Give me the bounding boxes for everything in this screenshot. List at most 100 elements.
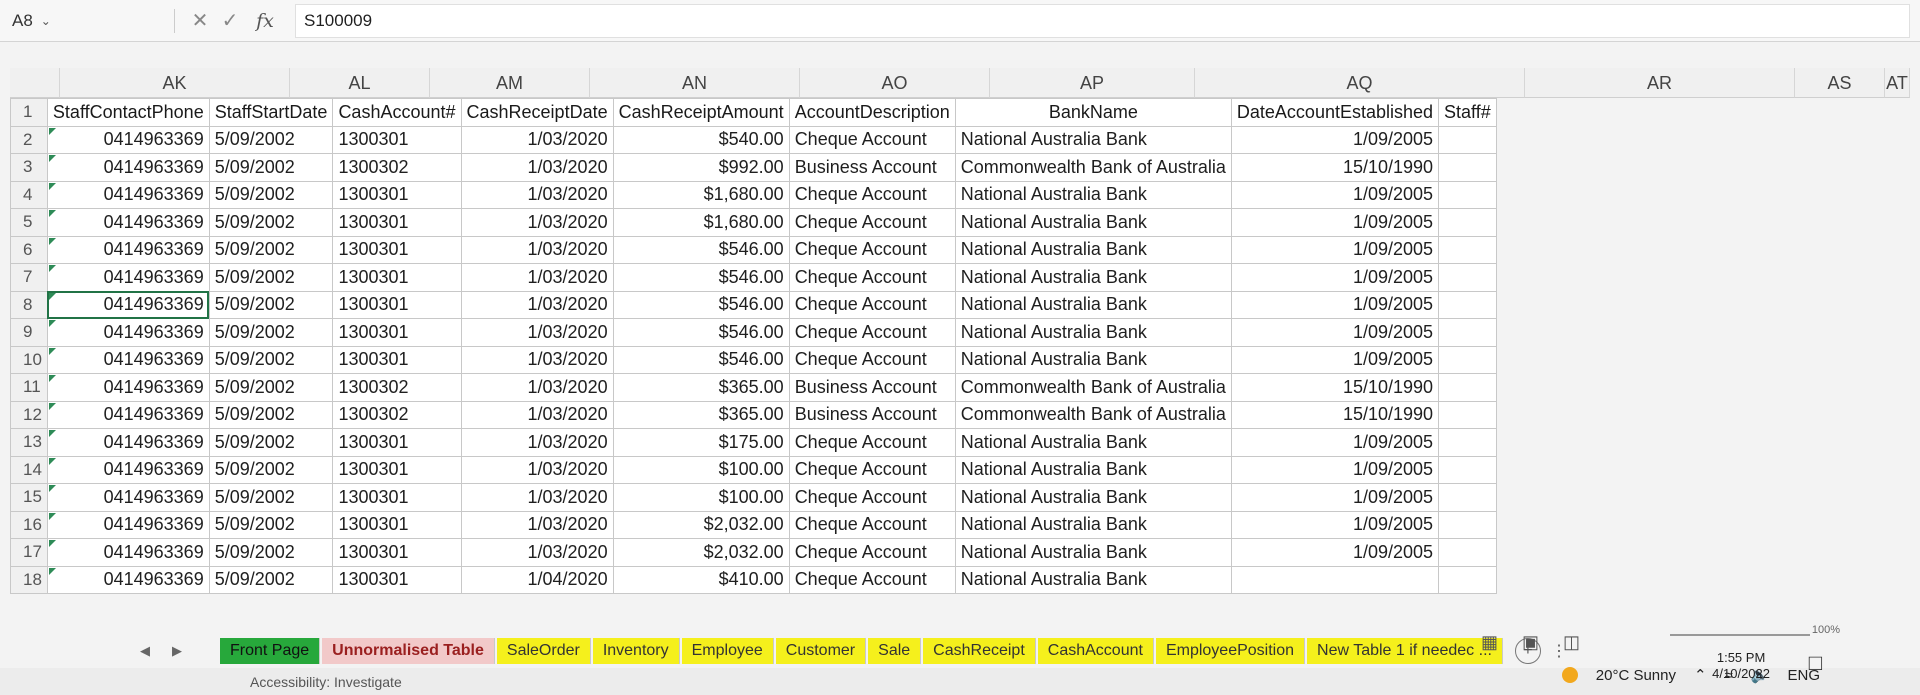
header-cell[interactable]: Staff# [1438, 98, 1497, 127]
header-cell[interactable]: CashReceiptAmount [612, 98, 790, 127]
table-cell[interactable]: Cheque Account [788, 208, 956, 237]
table-cell[interactable] [1230, 565, 1440, 594]
table-cell[interactable]: National Australia Bank [954, 263, 1232, 292]
table-cell[interactable]: 1/09/2005 [1230, 235, 1440, 264]
table-cell[interactable]: 1/03/2020 [460, 180, 614, 209]
table-cell[interactable]: $540.00 [612, 125, 790, 154]
row-number[interactable]: 14 [10, 455, 48, 484]
table-cell[interactable]: Cheque Account [788, 235, 956, 264]
column-letter[interactable]: AT [1885, 68, 1910, 98]
table-cell[interactable]: 1/04/2020 [460, 565, 614, 594]
row-number[interactable]: 7 [10, 263, 48, 292]
table-cell[interactable] [1438, 455, 1497, 484]
table-cell[interactable]: National Australia Bank [954, 125, 1232, 154]
table-cell[interactable] [1438, 153, 1497, 182]
table-cell[interactable] [1438, 290, 1497, 319]
table-cell[interactable]: 0414963369 [46, 483, 210, 512]
table-cell[interactable]: National Australia Bank [954, 510, 1232, 539]
column-letter[interactable]: AQ [1195, 68, 1525, 98]
table-cell[interactable]: 1/09/2005 [1230, 428, 1440, 457]
table-cell[interactable]: 1/03/2020 [460, 483, 614, 512]
table-cell[interactable] [1438, 538, 1497, 567]
sheet-tab[interactable]: CashReceipt [923, 638, 1036, 664]
table-cell[interactable] [1438, 373, 1497, 402]
table-cell[interactable]: 0414963369 [46, 455, 210, 484]
table-cell[interactable]: 1/09/2005 [1230, 455, 1440, 484]
table-cell[interactable]: 1300301 [332, 290, 462, 319]
page-break-icon[interactable]: ◫ [1563, 632, 1580, 653]
table-cell[interactable] [1438, 180, 1497, 209]
sheet-tab[interactable]: Front Page [220, 638, 321, 664]
table-cell[interactable]: 1/03/2020 [460, 318, 614, 347]
table-cell[interactable]: 1300302 [332, 400, 462, 429]
table-cell[interactable]: Cheque Account [788, 125, 956, 154]
table-cell[interactable]: $992.00 [612, 153, 790, 182]
row-number[interactable]: 9 [10, 318, 48, 347]
table-cell[interactable]: 0414963369 [46, 290, 210, 319]
table-cell[interactable] [1438, 208, 1497, 237]
table-cell[interactable]: Cheque Account [788, 483, 956, 512]
table-cell[interactable]: Business Account [788, 400, 956, 429]
row-number[interactable]: 11 [10, 373, 48, 402]
table-cell[interactable] [1438, 483, 1497, 512]
table-cell[interactable]: National Australia Bank [954, 428, 1232, 457]
accessibility-status[interactable]: Accessibility: Investigate [250, 674, 402, 690]
table-cell[interactable] [1438, 510, 1497, 539]
table-cell[interactable]: 0414963369 [46, 510, 210, 539]
table-cell[interactable]: 1/09/2005 [1230, 510, 1440, 539]
table-cell[interactable]: 1300301 [332, 483, 462, 512]
table-cell[interactable]: $2,032.00 [612, 538, 790, 567]
table-cell[interactable]: 1300302 [332, 373, 462, 402]
table-cell[interactable] [1438, 400, 1497, 429]
table-cell[interactable]: 1/03/2020 [460, 373, 614, 402]
table-cell[interactable]: National Australia Bank [954, 318, 1232, 347]
table-cell[interactable]: 5/09/2002 [208, 153, 334, 182]
table-cell[interactable]: 1300301 [332, 538, 462, 567]
table-cell[interactable]: Commonwealth Bank of Australia [954, 373, 1232, 402]
sheet-tab[interactable]: Employee [681, 638, 774, 664]
cancel-icon[interactable]: ✕ [185, 8, 215, 33]
header-cell[interactable]: DateAccountEstablished [1230, 98, 1440, 127]
sheet-tab[interactable]: EmployeePosition [1155, 638, 1306, 664]
table-cell[interactable]: 1/03/2020 [460, 400, 614, 429]
table-cell[interactable]: National Australia Bank [954, 290, 1232, 319]
table-cell[interactable]: Cheque Account [788, 510, 956, 539]
table-cell[interactable]: $365.00 [612, 400, 790, 429]
table-cell[interactable]: 1/09/2005 [1230, 180, 1440, 209]
table-cell[interactable]: National Australia Bank [954, 235, 1232, 264]
table-cell[interactable]: $546.00 [612, 345, 790, 374]
header-cell[interactable]: CashReceiptDate [460, 98, 614, 127]
page-layout-icon[interactable]: ▣ [1522, 632, 1539, 653]
table-cell[interactable]: 1/09/2005 [1230, 345, 1440, 374]
row-number[interactable]: 18 [10, 565, 48, 594]
row-number[interactable]: 13 [10, 428, 48, 457]
table-cell[interactable]: 5/09/2002 [208, 208, 334, 237]
row-number[interactable]: 5 [10, 208, 48, 237]
sheet-tab[interactable]: Unnormalised Table [322, 638, 495, 664]
table-cell[interactable]: 0414963369 [46, 538, 210, 567]
table-cell[interactable]: 0414963369 [46, 153, 210, 182]
notification-icon[interactable]: □ [1809, 650, 1822, 676]
sheet-tab[interactable]: CashAccount [1037, 638, 1154, 664]
table-cell[interactable]: National Australia Bank [954, 483, 1232, 512]
table-cell[interactable]: 1300302 [332, 153, 462, 182]
table-cell[interactable]: 5/09/2002 [208, 538, 334, 567]
table-cell[interactable]: 5/09/2002 [208, 235, 334, 264]
chevron-up-icon[interactable]: ⌃ [1694, 666, 1707, 684]
table-cell[interactable]: 0414963369 [46, 235, 210, 264]
header-cell[interactable]: BankName [954, 98, 1232, 127]
table-cell[interactable]: 1/03/2020 [460, 263, 614, 292]
table-cell[interactable]: Cheque Account [788, 318, 956, 347]
table-cell[interactable]: 5/09/2002 [208, 428, 334, 457]
table-cell[interactable]: 1300301 [332, 125, 462, 154]
table-cell[interactable]: $546.00 [612, 263, 790, 292]
table-cell[interactable]: Cheque Account [788, 263, 956, 292]
table-cell[interactable]: 1/09/2005 [1230, 538, 1440, 567]
table-cell[interactable]: 0414963369 [46, 428, 210, 457]
table-cell[interactable]: 0414963369 [46, 373, 210, 402]
table-cell[interactable] [1438, 125, 1497, 154]
table-cell[interactable]: National Australia Bank [954, 180, 1232, 209]
table-cell[interactable]: $1,680.00 [612, 208, 790, 237]
table-cell[interactable]: 0414963369 [46, 565, 210, 594]
table-cell[interactable]: $1,680.00 [612, 180, 790, 209]
